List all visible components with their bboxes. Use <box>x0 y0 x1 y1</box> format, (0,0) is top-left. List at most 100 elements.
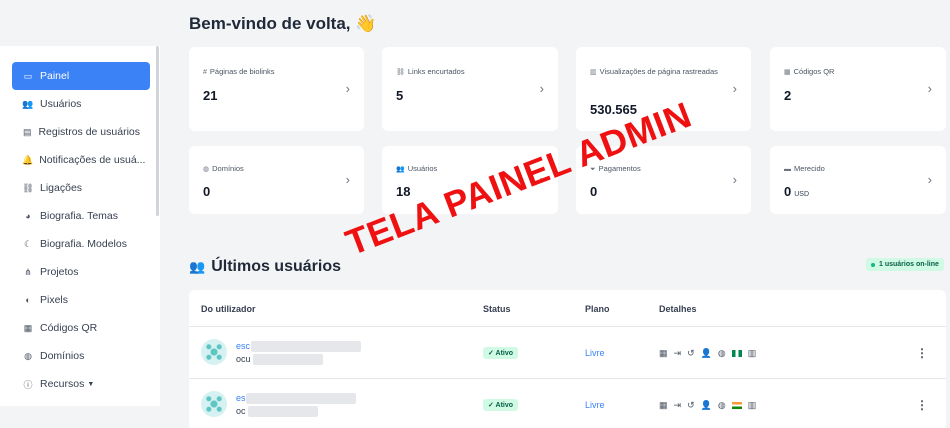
log-icon: ▤ <box>22 126 32 137</box>
chevron-right-icon: › <box>732 81 737 96</box>
chart-icon: ▥ <box>590 69 597 76</box>
sidebar-item-recursos[interactable]: ⓘ Recursos ▼ <box>12 370 150 398</box>
stat-value-number: 0 <box>784 184 792 199</box>
stat-card[interactable]: ⛓ Links encurtados 5 › <box>382 47 558 131</box>
sidebar-item-notificacoes-de-usua[interactable]: 🔔 Notificações de usuá... <box>12 146 150 174</box>
avatar <box>201 339 227 365</box>
header-status: Status <box>483 304 511 314</box>
globe-icon: ◍ <box>717 400 726 410</box>
stat-label-text: Merecido <box>794 164 825 173</box>
plan-link[interactable]: Livre <box>585 400 605 410</box>
details-icons: ▦ ⇥ ↺ 👤 ◍ ▥ <box>659 400 756 411</box>
stat-label: ▦ Códigos QR <box>784 64 914 80</box>
stat-label-text: Códigos QR <box>793 67 835 76</box>
user-cog-icon: 👤 <box>700 348 712 358</box>
user-email: ocu <box>236 354 251 364</box>
stat-card[interactable]: ◍ Domínios 0 › <box>189 146 364 214</box>
sidebar-item-label: Pixels <box>40 294 69 306</box>
calendar-icon: ▦ <box>659 348 668 358</box>
table-row: es oc ✓ Ativo Livre ▦ ⇥ ↺ 👤 ◍ ▥ ⋮ <box>189 378 946 428</box>
sidebar-item-label: Biografia. Temas <box>40 210 119 222</box>
stat-value-number: 18 <box>396 184 411 199</box>
stat-value-number: 21 <box>203 88 218 103</box>
history-icon: ↺ <box>687 400 695 410</box>
link-icon: ⛓ <box>396 69 405 76</box>
header-details: Detalhes <box>659 304 697 314</box>
header-plan: Plano <box>585 304 610 314</box>
sidebar-item-projetos[interactable]: ⋔ Projetos <box>12 258 150 286</box>
sidebar-item-biografia-modelos[interactable]: ☾ Biografia. Modelos <box>12 230 150 258</box>
stat-value: 2 <box>784 88 791 103</box>
stat-value: 18 <box>396 184 410 199</box>
sidebar-item-label: Ligações <box>40 182 83 194</box>
page-title: Bem-vindo de volta, 👋 <box>189 14 376 34</box>
stat-value: 0 <box>590 184 597 199</box>
stat-value-number: 0 <box>203 184 211 199</box>
stat-value-number: 0 <box>590 184 598 199</box>
sidebar-item-label: Projetos <box>40 266 79 278</box>
sidebar-item-label: Registros de usuários <box>38 126 140 138</box>
stat-card[interactable]: # Páginas de biolinks 21 › <box>189 47 364 131</box>
stat-value-number: 2 <box>784 88 792 103</box>
welcome-text: Bem-vindo de volta, <box>189 14 351 33</box>
stat-value: 0 USD <box>784 184 809 199</box>
sidebar-item-usuarios[interactable]: 👥 Usuários <box>12 90 150 118</box>
stat-card[interactable]: ▬ Merecido 0 USD › <box>770 146 946 214</box>
chevron-right-icon: › <box>345 172 350 187</box>
sidebar-item-pixels[interactable]: ◐ Pixels <box>12 286 150 314</box>
sidebar-item-codigos-qr[interactable]: ▦ Códigos QR <box>12 314 150 342</box>
moon-icon: ☾ <box>23 238 33 249</box>
table-row: esc ocu ✓ Ativo Livre ▦ ⇥ ↺ 👤 ◍ ▥ ⋮ <box>189 326 946 378</box>
row-actions-button[interactable]: ⋮ <box>916 346 928 360</box>
info-circle-icon: ⓘ <box>23 379 33 390</box>
globe-icon: ◍ <box>717 348 726 358</box>
monitor-icon: ▭ <box>23 70 33 81</box>
sidebar-item-label: Domínios <box>40 350 85 362</box>
stat-card[interactable]: ▦ Códigos QR 2 › <box>770 47 946 131</box>
stat-label-text: Visualizações de página rastreadas <box>599 67 718 76</box>
chevron-right-icon: › <box>539 81 544 96</box>
plan-link[interactable]: Livre <box>585 348 605 358</box>
sidebar-item-label: Painel <box>40 70 70 82</box>
redacted-name <box>246 393 356 404</box>
row-actions-button[interactable]: ⋮ <box>916 398 928 412</box>
sidebar-scrollbar[interactable] <box>156 46 159 216</box>
sidebar-item-dominios[interactable]: ◍ Domínios <box>12 342 150 370</box>
sidebar-item-biografia-temas[interactable]: ◕ Biografia. Temas <box>12 202 150 230</box>
stat-label-text: Usuários <box>407 164 438 173</box>
building-icon: ▥ <box>747 400 757 410</box>
avatar <box>201 391 227 417</box>
stat-value: 21 <box>203 88 217 103</box>
sidebar-item-ligacoes[interactable]: ⛓ Ligações <box>12 174 150 202</box>
nigeria-flag-icon <box>731 350 742 357</box>
caret-down-icon: ▼ <box>87 380 95 388</box>
sidebar-item-painel[interactable]: ▭ Painel <box>12 62 150 90</box>
users-icon: 👥 <box>22 98 34 109</box>
stat-label: ▬ Merecido <box>784 161 914 177</box>
sidebar-item-registros-de-usuarios[interactable]: ▤ Registros de usuários <box>12 118 150 146</box>
history-icon: ↺ <box>687 348 695 358</box>
sidebar: ▭ Painel 👥 Usuários ▤ Registros de usuários 🔔 N… <box>0 46 160 406</box>
globe-icon: ◍ <box>24 350 32 361</box>
redacted-email <box>253 354 323 365</box>
latest-users-title: 👥 Últimos usuários <box>189 258 341 275</box>
project-diagram-icon: ⋔ <box>24 266 32 277</box>
calendar-icon: ▦ <box>659 400 668 410</box>
sidebar-item-label: Usuários <box>40 98 82 110</box>
users-icon: 👥 <box>189 259 206 274</box>
sidebar-item-label: Biografia. Modelos <box>40 238 127 250</box>
qrcode-icon: ▦ <box>23 322 33 333</box>
stat-label: ▥ Visualizações de página rastreadas <box>590 64 720 80</box>
user-email: oc <box>236 406 246 416</box>
qrcode-icon: ▦ <box>784 69 791 76</box>
user-name-link[interactable]: esc <box>236 341 250 351</box>
online-dot <box>871 262 875 267</box>
chevron-right-icon: › <box>732 172 737 187</box>
redacted-name <box>251 341 361 352</box>
user-name-link[interactable]: es <box>236 393 246 403</box>
link-icon: ⛓ <box>22 182 34 193</box>
stat-label: # Páginas de biolinks <box>203 64 333 80</box>
stat-value-number: 5 <box>396 88 404 103</box>
status-badge: ✓ Ativo <box>483 399 519 411</box>
stat-label-text: Páginas de biolinks <box>209 67 275 76</box>
